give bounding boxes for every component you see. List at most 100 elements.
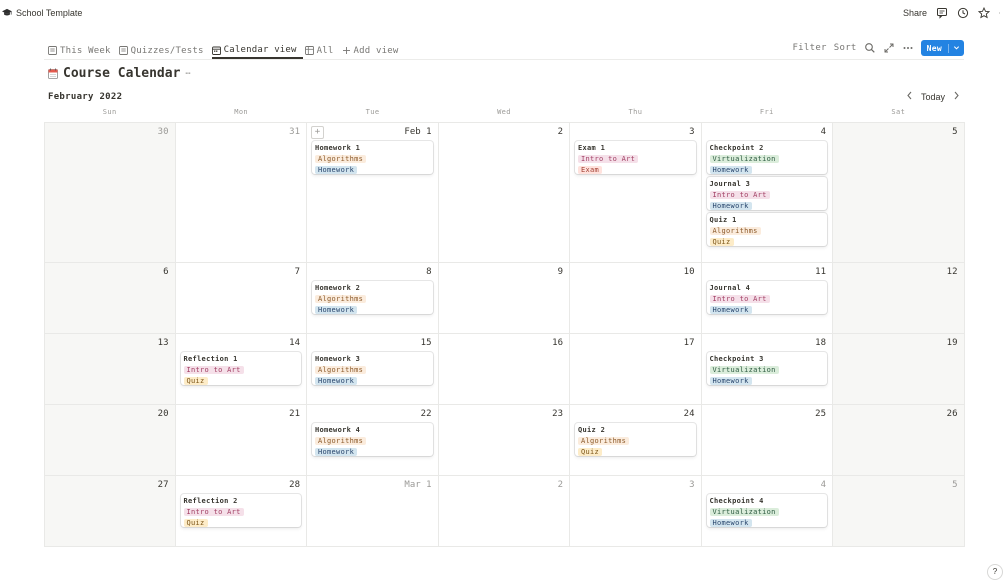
event-card[interactable]: Reflection 1 Intro to Art Quiz (180, 352, 301, 385)
event-title: Reflection 2 (183, 497, 238, 505)
day-cell[interactable]: 4 Checkpoint 4 Virtualization Homework (701, 476, 833, 547)
chevron-right-icon[interactable] (953, 91, 960, 102)
event-card[interactable]: Checkpoint 2 Virtualization Homework (706, 141, 827, 174)
chevron-left-icon[interactable] (906, 91, 913, 102)
day-number: 2 (557, 480, 563, 490)
day-cell[interactable]: 17 (570, 334, 702, 405)
day-number: 17 (683, 338, 695, 348)
chevron-down-icon[interactable] (948, 43, 964, 53)
event-tag: Intro to Art (578, 155, 639, 163)
event-card[interactable]: Reflection 2 Intro to Art Quiz (180, 494, 301, 527)
day-cell[interactable]: 25 (701, 405, 833, 476)
day-cell[interactable]: 3 (570, 476, 702, 547)
day-cell[interactable]: 6 (44, 263, 176, 334)
day-cell[interactable]: 13 (44, 334, 176, 405)
day-cell[interactable]: 31 (175, 123, 307, 263)
day-cell[interactable]: 14 Reflection 1 Intro to Art Quiz (175, 334, 307, 405)
day-number: 27 (157, 480, 169, 490)
day-number: 7 (294, 267, 300, 277)
day-cell[interactable]: 11 Journal 4 Intro to Art Homework (701, 263, 833, 334)
page-breadcrumb[interactable]: School Template (2, 8, 82, 18)
comment-icon[interactable] (936, 7, 948, 19)
day-number: 4 (820, 127, 826, 137)
calendar-title-row: Course Calendar ⋯ (48, 66, 191, 81)
today-button[interactable]: Today (921, 92, 945, 102)
tab-all[interactable]: All (304, 40, 340, 58)
day-cell[interactable]: 21 (175, 405, 307, 476)
day-cell[interactable]: 3 Exam 1 Intro to Art Exam (570, 123, 702, 263)
tab-quizzes-tests[interactable]: Quizzes/Tests (118, 40, 210, 58)
event-card[interactable]: Homework 1 Algorithms Homework (312, 141, 433, 174)
day-number: 24 (683, 409, 695, 419)
day-cell[interactable]: 7 (175, 263, 307, 334)
day-cell[interactable]: 20 (44, 405, 176, 476)
weekday-label: Sun (102, 108, 117, 116)
day-cell[interactable]: 23 (438, 405, 570, 476)
day-number: 3 (689, 480, 695, 490)
day-cell[interactable]: Mar 1 (307, 476, 439, 547)
day-cell[interactable]: 28 Reflection 2 Intro to Art Quiz (175, 476, 307, 547)
day-number: 5 (952, 480, 958, 490)
day-cell[interactable]: 27 (44, 476, 176, 547)
tab-add-view[interactable]: Add view (342, 40, 405, 58)
day-cell[interactable]: 8 Homework 2 Algorithms Homework (307, 263, 439, 334)
event-card[interactable]: Journal 3 Intro to Art Homework (706, 177, 827, 210)
day-cell[interactable]: 2 (438, 123, 570, 263)
day-cell[interactable]: 26 (833, 405, 965, 476)
event-tag: Intro to Art (709, 191, 770, 199)
sort-button[interactable]: Sort (834, 43, 857, 53)
event-tag: Homework (709, 202, 752, 210)
day-number: 22 (420, 409, 432, 419)
day-cell[interactable]: 15 Homework 3 Algorithms Homework (307, 334, 439, 405)
tab-calendar-view[interactable]: Calendar view (211, 40, 303, 59)
event-card[interactable]: Quiz 2 Algorithms Quiz (575, 423, 696, 456)
day-number: 9 (557, 267, 563, 277)
event-tag: Algorithms (315, 155, 367, 163)
day-cell[interactable]: 16 (438, 334, 570, 405)
event-card[interactable]: Checkpoint 4 Virtualization Homework (706, 494, 827, 527)
day-cell[interactable]: 12 (833, 263, 965, 334)
day-cell[interactable]: 2 (438, 476, 570, 547)
day-cell[interactable]: 9 (438, 263, 570, 334)
event-card[interactable]: Exam 1 Intro to Art Exam (575, 141, 696, 174)
event-card[interactable]: Journal 4 Intro to Art Homework (706, 281, 827, 314)
event-card[interactable]: Homework 3 Algorithms Homework (312, 352, 433, 385)
event-tag: Homework (709, 519, 752, 527)
day-cell[interactable]: 30 (44, 123, 176, 263)
day-cell[interactable]: 5 (833, 476, 965, 547)
more-icon[interactable] (999, 7, 1003, 19)
event-tag: Intro to Art (709, 295, 770, 303)
tabs-divider (44, 59, 964, 60)
share-button[interactable]: Share (903, 8, 927, 18)
day-number: 16 (552, 338, 563, 348)
new-button[interactable]: New (920, 40, 964, 56)
tab-this-week[interactable]: This Week (48, 40, 117, 58)
history-clock-icon[interactable] (957, 7, 969, 19)
day-cell[interactable]: 22 Homework 4 Algorithms Homework (307, 405, 439, 476)
star-icon[interactable] (978, 7, 990, 19)
title-more-icon[interactable]: ⋯ (185, 69, 190, 79)
page-icon (48, 46, 57, 55)
event-card[interactable]: Quiz 1 Algorithms Quiz (706, 213, 827, 246)
day-cell[interactable]: 5 (833, 123, 965, 263)
day-cell[interactable]: + Feb 1 Homework 1 Algorithms Homework (307, 123, 439, 263)
event-title: Checkpoint 4 (709, 497, 764, 505)
expand-icon[interactable] (883, 42, 895, 54)
day-number: Mar 1 (404, 480, 432, 490)
search-icon[interactable] (864, 42, 876, 54)
event-card[interactable]: Homework 4 Algorithms Homework (312, 423, 433, 456)
add-event-plus-icon[interactable]: + (311, 126, 324, 139)
event-title: Homework 2 (315, 284, 361, 292)
day-cell[interactable]: 19 (833, 334, 965, 405)
day-number: 4 (820, 480, 826, 490)
day-cell[interactable]: 24 Quiz 2 Algorithms Quiz (570, 405, 702, 476)
day-cell[interactable]: 18 Checkpoint 3 Virtualization Homework (701, 334, 833, 405)
event-tag: Intro to Art (183, 508, 244, 516)
day-cell[interactable]: 10 (570, 263, 702, 334)
filter-button[interactable]: Filter (792, 43, 826, 53)
help-button[interactable]: ? (988, 565, 1002, 579)
day-cell[interactable]: 4 Checkpoint 2 Virtualization Homework Journ… (701, 123, 833, 263)
more-options-icon[interactable] (902, 42, 914, 54)
event-card[interactable]: Checkpoint 3 Virtualization Homework (706, 352, 827, 385)
event-card[interactable]: Homework 2 Algorithms Homework (312, 281, 433, 314)
